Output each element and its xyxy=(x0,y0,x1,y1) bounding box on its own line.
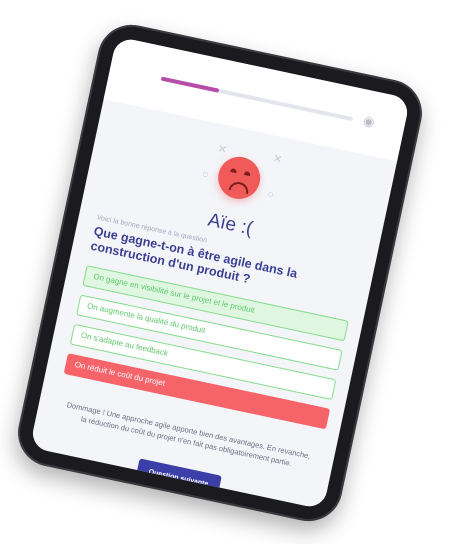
sparkle-icon: ✕ xyxy=(271,152,284,167)
sad-face-icon xyxy=(214,153,265,203)
sparkle-icon: ○ xyxy=(200,168,210,182)
sparkle-icon: ✕ xyxy=(216,142,229,157)
tablet-device: ◉ ✕ ✕ ○ ○ Aïe :( Voici la bonne réponse … xyxy=(11,18,429,528)
progress-fill xyxy=(160,76,220,93)
sparkle-icon: ○ xyxy=(266,188,276,202)
trophy-icon: ◉ xyxy=(361,112,376,130)
progress-bar xyxy=(160,76,354,122)
